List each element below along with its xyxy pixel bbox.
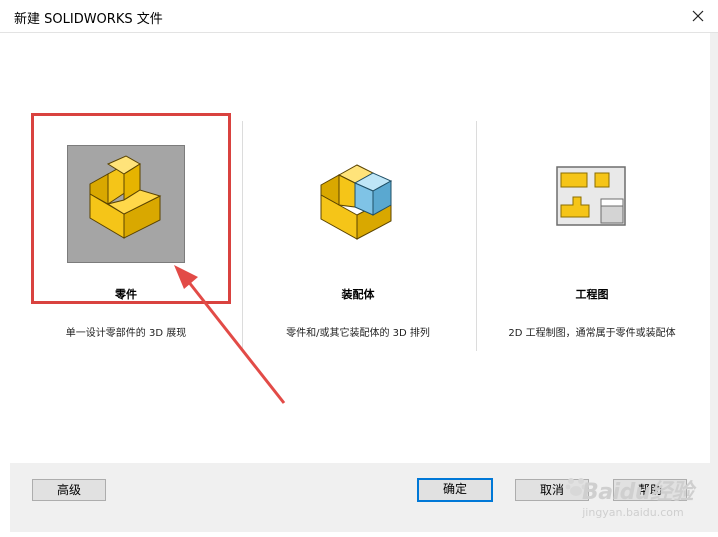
option-assembly-description: 零件和/或其它装配体的 3D 排列 <box>286 328 430 339</box>
template-panel: 零件 单一设计零部件的 3D 展现 装配体 零件和/或其它装配体的 3D 排列 <box>10 33 710 463</box>
close-button[interactable] <box>684 2 712 30</box>
close-icon <box>692 10 704 22</box>
option-part-label: 零件 <box>115 288 137 301</box>
bottom-strip <box>0 532 718 537</box>
drawing-icon-frame <box>533 145 649 261</box>
watermark-url: jingyan.baidu.com <box>582 506 684 519</box>
drawing-icon <box>556 166 626 226</box>
option-assembly[interactable]: 装配体 零件和/或其它装配体的 3D 排列 <box>242 33 474 363</box>
option-drawing-description: 2D 工程制图，通常属于零件或装配体 <box>508 328 676 339</box>
help-button[interactable]: 帮助 <box>613 479 687 501</box>
option-drawing-label: 工程图 <box>575 288 609 301</box>
advanced-button[interactable]: 高级 <box>32 479 106 501</box>
part-icon <box>89 155 162 239</box>
option-drawing[interactable]: 工程图 2D 工程制图，通常属于零件或装配体 <box>476 33 708 363</box>
option-assembly-label: 装配体 <box>341 288 375 301</box>
background-strip <box>0 33 10 537</box>
cancel-button[interactable]: 取消 <box>515 479 589 501</box>
title-bar: 新建 SOLIDWORKS 文件 <box>0 0 718 33</box>
ok-button[interactable]: 确定 <box>417 478 493 502</box>
window-title: 新建 SOLIDWORKS 文件 <box>14 12 163 27</box>
assembly-icon <box>320 164 393 240</box>
part-icon-frame <box>67 145 185 263</box>
assembly-icon-frame <box>299 145 415 261</box>
option-part[interactable]: 零件 单一设计零部件的 3D 展现 <box>10 33 242 363</box>
option-part-description: 单一设计零部件的 3D 展现 <box>65 328 187 339</box>
